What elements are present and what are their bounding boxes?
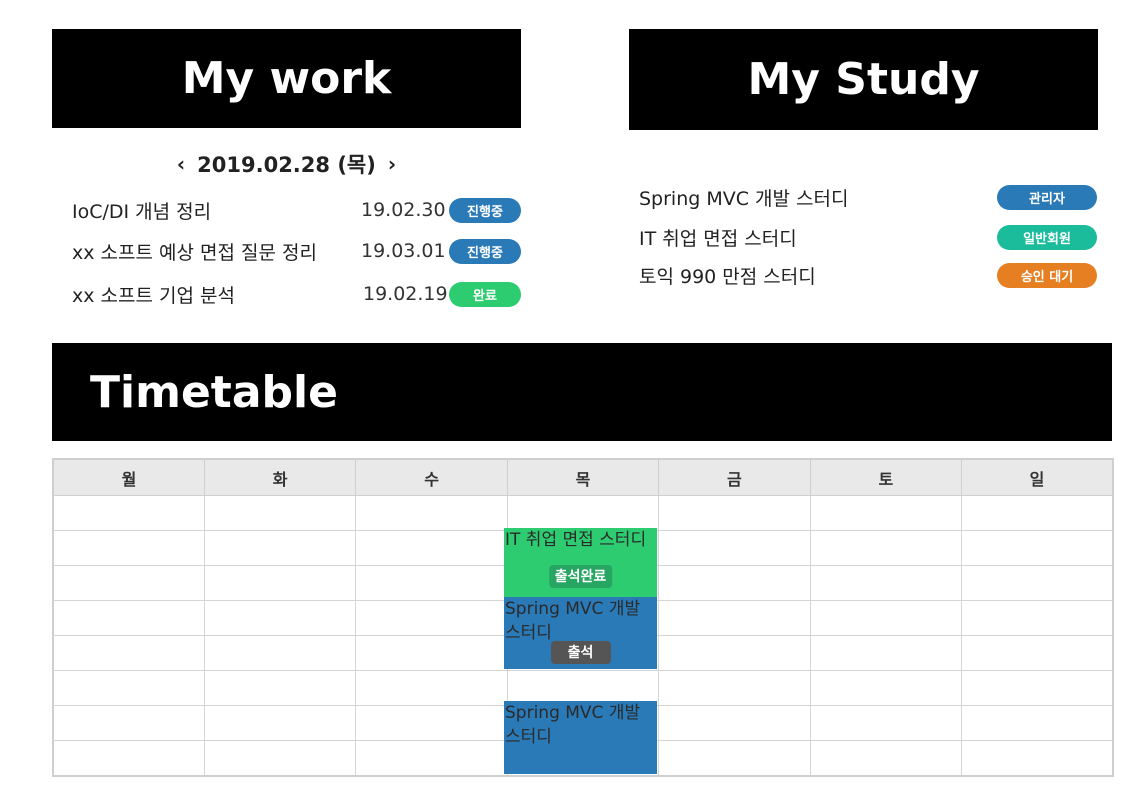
timetable-cell[interactable] [52,565,205,601]
day-header: 화 [203,458,357,496]
timetable-cell[interactable] [355,705,508,741]
role-badge: 관리자 [997,184,1097,210]
day-header: 수 [355,458,508,496]
day-header-row: 월 화 수 목 금 토 일 [52,458,1114,496]
timetable-cell[interactable] [961,565,1114,601]
study-item-title: 토익 990 만점 스터디 [639,265,816,288]
timetable-cell[interactable] [809,670,963,706]
timetable-cell[interactable] [355,670,508,706]
timetable-cell[interactable] [658,565,811,601]
current-date: 2019.02.28 (목) [197,153,376,177]
timetable-cell[interactable] [961,530,1114,566]
timetable-cell[interactable] [961,740,1114,777]
timetable-cell[interactable] [52,495,205,531]
timetable-cell[interactable] [961,670,1114,706]
timetable-cell[interactable] [355,600,508,636]
timetable-cell[interactable] [203,530,357,566]
timetable-event[interactable]: Spring MVC 개발 스터디 출석 [504,597,657,669]
timetable-cell[interactable] [52,705,205,741]
event-title: Spring MVC 개발 스터디 [505,703,641,747]
timetable-cell[interactable] [658,740,811,777]
timetable-cell[interactable] [355,740,508,777]
day-header: 월 [52,458,205,496]
timetable-cell[interactable] [506,495,660,531]
timetable-cell[interactable] [52,600,205,636]
study-item-title: IT 취업 면접 스터디 [639,227,797,250]
timetable-cell[interactable] [52,740,205,777]
timetable-cell[interactable] [52,670,205,706]
timetable-cell[interactable] [658,635,811,671]
study-item[interactable]: IT 취업 면접 스터디 일반회원 [0,223,1100,251]
date-navigator: ‹ 2019.02.28 (목) › [52,146,521,182]
attendance-button[interactable]: 출석 [550,641,611,664]
timetable-cell[interactable] [961,705,1114,741]
day-header: 토 [809,458,963,496]
timetable-cell[interactable] [355,495,508,531]
timetable-cell[interactable] [658,495,811,531]
timetable-cell[interactable] [203,600,357,636]
timetable-cell[interactable] [961,495,1114,531]
timetable-cell[interactable] [203,670,357,706]
day-header: 일 [961,458,1114,496]
study-item-title: Spring MVC 개발 스터디 [639,187,849,210]
timetable-cell[interactable] [203,565,357,601]
my-work-header: My work [52,29,521,128]
timetable-cell[interactable] [203,495,357,531]
timetable-cell[interactable] [52,635,205,671]
timetable-cell[interactable] [961,600,1114,636]
timetable-cell[interactable] [809,495,963,531]
timetable-cell[interactable] [961,635,1114,671]
timetable-cell[interactable] [203,635,357,671]
timetable-cell[interactable] [355,565,508,601]
study-item[interactable]: 토익 990 만점 스터디 승인 대기 [0,261,1100,289]
timetable-cell[interactable] [658,670,811,706]
chevron-right-icon[interactable]: › [388,152,396,176]
timetable-row [52,495,1114,531]
timetable-cell[interactable] [809,740,963,777]
timetable-header: Timetable [52,343,1112,441]
role-badge: 일반회원 [997,224,1097,250]
timetable-cell[interactable] [203,740,357,777]
my-study-header: My Study [629,29,1098,130]
timetable-cell[interactable] [203,705,357,741]
day-header: 금 [658,458,811,496]
timetable-cell[interactable] [355,635,508,671]
timetable-cell[interactable] [809,565,963,601]
timetable-event[interactable]: Spring MVC 개발 스터디 [504,701,657,774]
role-badge: 승인 대기 [997,262,1097,288]
timetable-cell[interactable] [809,530,963,566]
timetable-event[interactable]: IT 취업 면접 스터디 출석완료 [504,528,657,597]
timetable-cell[interactable] [658,705,811,741]
attendance-badge[interactable]: 출석완료 [548,565,613,588]
study-item[interactable]: Spring MVC 개발 스터디 관리자 [0,183,1100,211]
timetable-cell[interactable] [809,635,963,671]
timetable-cell[interactable] [809,705,963,741]
event-title: IT 취업 면접 스터디 [505,530,647,550]
timetable-cell[interactable] [52,530,205,566]
timetable-cell[interactable] [809,600,963,636]
chevron-left-icon[interactable]: ‹ [177,152,185,176]
timetable-cell[interactable] [658,600,811,636]
event-title: Spring MVC 개발 스터디 [505,599,641,643]
timetable-cell[interactable] [658,530,811,566]
timetable-cell[interactable] [355,530,508,566]
day-header: 목 [506,458,660,496]
